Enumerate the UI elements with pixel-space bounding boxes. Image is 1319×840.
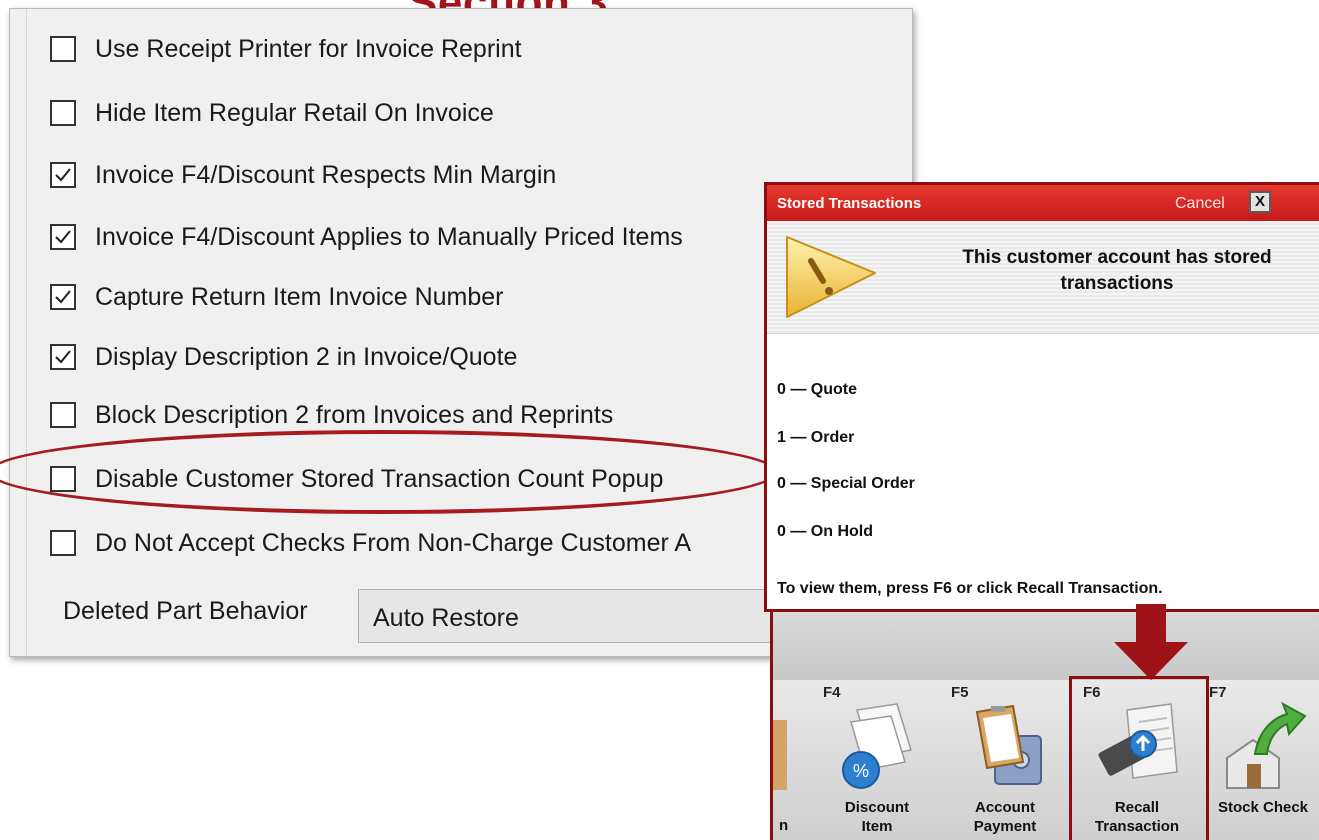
dialog-titlebar: Stored Transactions Cancel X: [767, 185, 1319, 221]
fkey-name: Account Payment: [943, 798, 1067, 836]
option-checkbox-checked[interactable]: [50, 344, 76, 370]
select-value: Auto Restore: [373, 604, 519, 632]
toolbar-background: [770, 612, 1319, 680]
option-row[interactable]: Do Not Accept Checks From Non-Charge Cus…: [50, 523, 810, 563]
function-key-toolbar: n F4 % Discount Item F5 Account Payment: [770, 680, 1319, 840]
option-label: Display Description 2 in Invoice/Quote: [95, 342, 518, 371]
fkey-label: F5: [951, 684, 969, 701]
order-count: 1 — Order: [777, 429, 855, 446]
option-row[interactable]: Block Description 2 from Invoices and Re…: [50, 395, 810, 435]
discount-item-button[interactable]: F4 % Discount Item: [815, 680, 939, 840]
stock-check-button[interactable]: F7 Stock Check: [1201, 680, 1319, 840]
option-label: Use Receipt Printer for Invoice Reprint: [95, 34, 522, 63]
stock-check-icon: [1226, 702, 1307, 789]
fkey-name-line1: Discount: [844, 799, 910, 816]
account-payment-icon: [975, 704, 1042, 785]
fkey-selected-outline: [1069, 676, 1209, 840]
fkey-partial[interactable]: n: [773, 680, 819, 840]
option-row[interactable]: Capture Return Item Invoice Number: [50, 277, 810, 317]
option-row[interactable]: Hide Item Regular Retail On Invoice: [50, 93, 810, 133]
dialog-title: Stored Transactions: [777, 195, 922, 212]
panel-divider: [26, 9, 27, 656]
instruction-text: To view them, press F6 or click Recall T…: [777, 580, 1163, 597]
close-icon[interactable]: X: [1249, 191, 1271, 213]
dialog-banner: This customer account has stored transac…: [767, 221, 1319, 334]
special-order-count: 0 — Special Order: [777, 475, 915, 492]
checkmark-icon: [55, 168, 71, 182]
stored-transactions-dialog: Stored Transactions Cancel X This custom…: [764, 182, 1319, 612]
checkmark-icon: [55, 290, 71, 304]
option-label: Invoice F4/Discount Applies to Manually …: [95, 222, 683, 251]
option-checkbox[interactable]: [50, 100, 76, 126]
option-checkbox[interactable]: [50, 530, 76, 556]
quote-count: 0 — Quote: [777, 381, 858, 398]
cancel-button[interactable]: Cancel: [1175, 195, 1225, 213]
option-row[interactable]: Invoice F4/Discount Applies to Manually …: [50, 217, 810, 257]
option-label: Block Description 2 from Invoices and Re…: [95, 400, 614, 429]
fkey-name-line2: Stock Check: [1217, 799, 1309, 816]
discount-icon: %: [842, 703, 912, 789]
option-label: Invoice F4/Discount Respects Min Margin: [95, 160, 557, 189]
fkey-name-line1: Account: [975, 799, 1035, 816]
account-payment-button[interactable]: F5 Account Payment: [943, 680, 1067, 840]
option-checkbox-checked[interactable]: [50, 224, 76, 250]
option-checkbox[interactable]: [50, 36, 76, 62]
on-hold-count: 0 — On Hold: [777, 523, 873, 540]
down-arrow-icon: [1114, 604, 1188, 680]
fkey-name: Discount Item: [815, 798, 939, 836]
option-label: Do Not Accept Checks From Non-Charge Cus…: [95, 528, 692, 557]
fkey-label: F7: [1209, 684, 1227, 701]
fkey-name: Stock Check: [1201, 798, 1319, 817]
deleted-part-behavior-select[interactable]: Auto Restore: [358, 589, 778, 643]
box-icon: [773, 720, 787, 790]
fkey-label: F4: [823, 684, 841, 701]
option-row[interactable]: Display Description 2 in Invoice/Quote: [50, 337, 810, 377]
option-checkbox-checked[interactable]: [50, 162, 76, 188]
highlight-oval: [0, 430, 778, 514]
warning-icon: [786, 236, 876, 318]
option-label: Hide Item Regular Retail On Invoice: [95, 98, 494, 127]
fkey-partial-label: n: [779, 817, 789, 834]
fkey-name-line2: Payment: [973, 818, 1037, 835]
checkmark-icon: [55, 230, 71, 244]
deleted-part-behavior-label: Deleted Part Behavior: [63, 597, 308, 625]
dialog-message: This customer account has stored transac…: [962, 247, 1272, 294]
fkey-name-line2: Item: [861, 818, 893, 835]
option-row[interactable]: Use Receipt Printer for Invoice Reprint: [50, 29, 810, 69]
option-label: Capture Return Item Invoice Number: [95, 282, 504, 311]
option-checkbox[interactable]: [50, 402, 76, 428]
checkmark-icon: [55, 350, 71, 364]
svg-text:%: %: [853, 761, 869, 781]
option-checkbox-checked[interactable]: [50, 284, 76, 310]
option-row[interactable]: Invoice F4/Discount Respects Min Margin: [50, 155, 810, 195]
